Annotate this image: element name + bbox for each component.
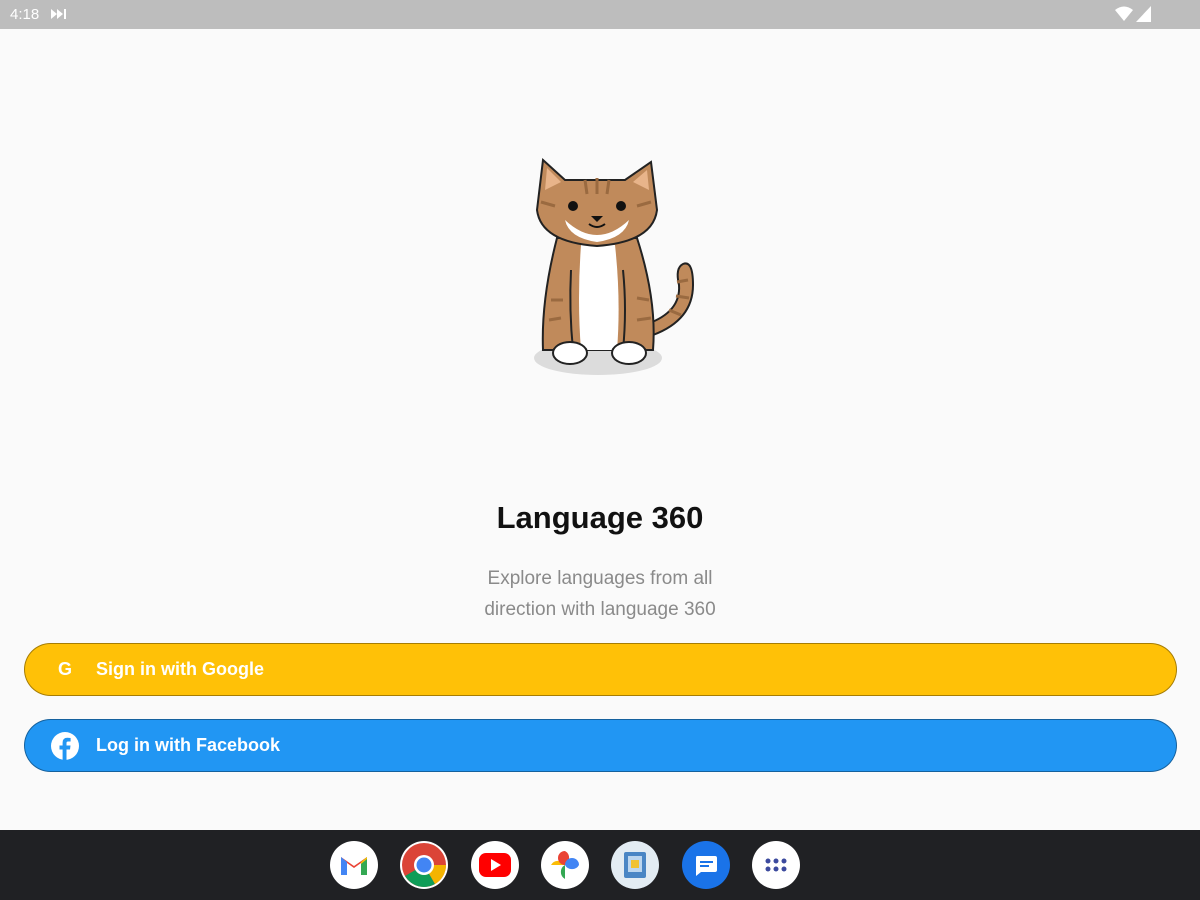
sign-in-google-label: Sign in with Google xyxy=(96,659,264,679)
media-skip-icon xyxy=(51,9,66,19)
files-app-icon[interactable] xyxy=(611,841,659,889)
wifi-icon xyxy=(1115,6,1133,21)
messages-icon[interactable] xyxy=(682,841,730,889)
cat-mascot-illustration xyxy=(534,157,695,375)
youtube-icon[interactable] xyxy=(471,841,519,889)
gmail-icon[interactable] xyxy=(330,841,378,889)
status-time: 4:18 xyxy=(10,6,40,23)
status-bar: 4:18 xyxy=(0,0,1200,29)
app-title: Language 360 xyxy=(496,500,704,535)
taskbar xyxy=(0,830,1200,900)
login-facebook-button[interactable]: Log in with Facebook xyxy=(24,719,1177,772)
app-launcher-icon[interactable] xyxy=(752,841,800,889)
signal-icon xyxy=(1136,6,1151,22)
sign-in-google-button[interactable]: G Sign in with Google xyxy=(24,643,1177,696)
chrome-icon[interactable] xyxy=(400,841,448,889)
facebook-icon xyxy=(49,730,81,762)
google-photos-icon[interactable] xyxy=(541,841,589,889)
login-facebook-label: Log in with Facebook xyxy=(96,735,280,755)
app-subtitle: Explore languages from all direction wit… xyxy=(484,568,716,620)
google-g-icon: G xyxy=(57,659,72,679)
